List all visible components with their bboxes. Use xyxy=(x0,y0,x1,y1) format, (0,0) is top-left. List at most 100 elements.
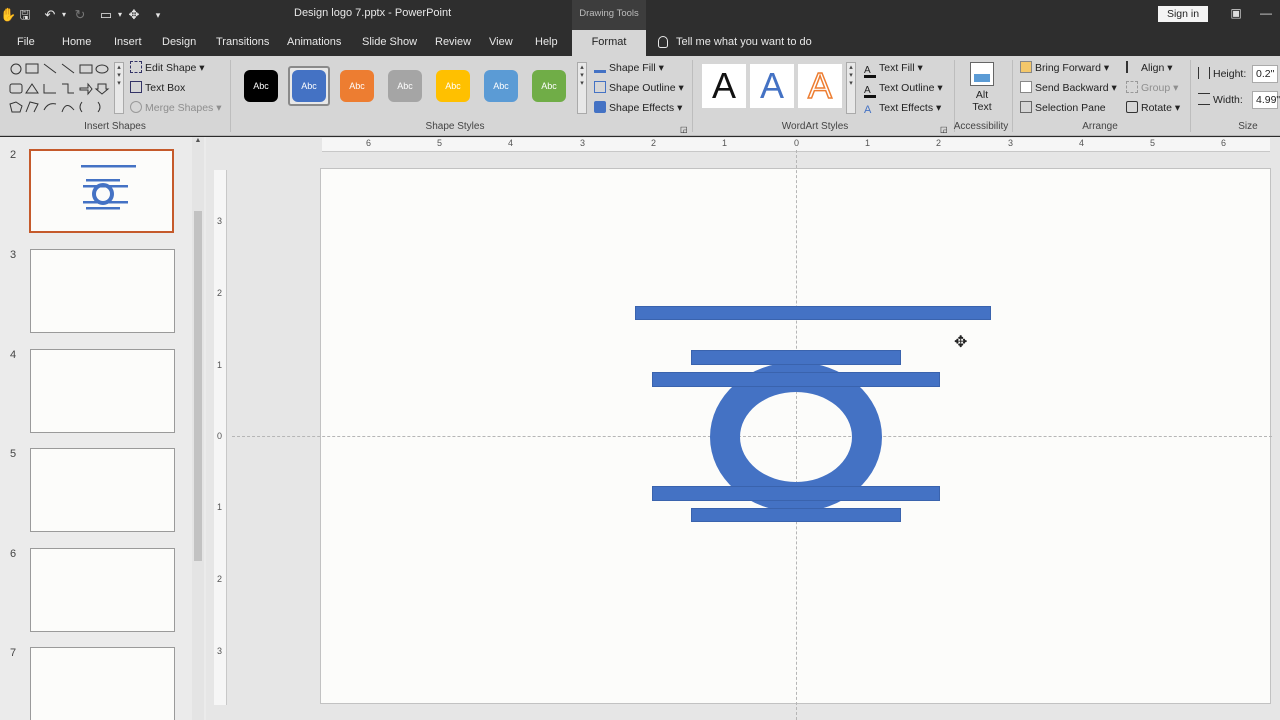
undo-dropdown-icon[interactable]: ▾ xyxy=(60,6,68,24)
sign-in-button[interactable]: Sign in xyxy=(1158,6,1208,22)
slide-thumbnail[interactable] xyxy=(30,647,175,720)
text-box-label: Text Box xyxy=(145,82,186,94)
tab-home[interactable]: Home xyxy=(62,30,91,56)
slide-thumbnail[interactable] xyxy=(30,349,175,433)
tab-format[interactable]: Format xyxy=(572,30,646,56)
top-bar-shape[interactable] xyxy=(635,306,991,320)
send-backward-label: Send Backward xyxy=(1035,82,1109,94)
width-icon xyxy=(1198,93,1210,105)
tab-file[interactable]: File xyxy=(17,30,35,56)
present-dropdown-icon[interactable]: ▾ xyxy=(116,6,124,24)
height-label: Height: xyxy=(1213,68,1247,80)
wordart-dialog-launcher-icon[interactable]: ◲ xyxy=(940,122,948,138)
wordart-gallery-scroll[interactable]: ▴ ▾ ▾ xyxy=(846,62,856,114)
group-divider xyxy=(1012,60,1013,132)
undo-icon[interactable]: ↶ xyxy=(40,6,60,24)
slide-thumbnail-selected[interactable] xyxy=(29,149,174,233)
shape-effects-button[interactable]: Shape Effects ▾ xyxy=(594,100,682,116)
text-outline-button[interactable]: A Text Outline ▾ xyxy=(864,80,943,98)
merge-shapes-button: Merge Shapes ▾ xyxy=(130,100,222,116)
shape-style-swatch[interactable]: Abc xyxy=(432,66,474,106)
merge-shapes-icon xyxy=(130,101,142,113)
size-group-label: Size xyxy=(1238,121,1258,132)
shape-style-swatch-selected[interactable]: Abc xyxy=(288,66,330,106)
group-button: Group ▾ xyxy=(1126,80,1178,96)
wordart-blue[interactable]: A xyxy=(750,64,794,108)
text-effects-icon: A xyxy=(864,104,872,116)
slide-thumbnail[interactable] xyxy=(30,448,175,532)
tab-insert[interactable]: Insert xyxy=(114,30,142,56)
selection-pane-button[interactable]: Selection Pane xyxy=(1020,100,1106,116)
shape-styles-dialog-launcher-icon[interactable]: ◲ xyxy=(680,122,688,138)
ruler-tick-label: 0 xyxy=(217,431,223,441)
tell-me-text: Tell me what you want to do xyxy=(676,36,812,48)
lower-long-bar-shape[interactable] xyxy=(652,486,940,501)
minimize-icon[interactable]: — xyxy=(1258,5,1274,21)
wordart-orange-outline[interactable]: A xyxy=(798,64,842,108)
ruler-tick-label: 3 xyxy=(580,138,586,148)
slide-number: 2 xyxy=(10,149,17,161)
scrollbar-thumb[interactable] xyxy=(194,211,202,561)
slide-number: 3 xyxy=(10,249,17,261)
tell-me-search[interactable]: Tell me what you want to do xyxy=(658,30,812,56)
ribbon-display-options-icon[interactable]: ▣ xyxy=(1228,5,1244,21)
bring-forward-button[interactable]: Bring Forward ▾ xyxy=(1020,60,1109,76)
width-control: Width: xyxy=(1198,92,1243,108)
send-backward-button[interactable]: Send Backward ▾ xyxy=(1020,80,1117,96)
shape-effects-label: Shape Effects xyxy=(609,102,675,114)
shape-style-preview: Abc xyxy=(484,70,518,102)
save-icon[interactable]: 🖫 xyxy=(16,6,34,24)
height-input[interactable]: 0.2" xyxy=(1252,65,1278,83)
shape-outline-label: Shape Outline xyxy=(609,82,676,94)
tab-review[interactable]: Review xyxy=(435,30,471,56)
ruler-tick-label: 5 xyxy=(1150,138,1156,148)
rotate-button[interactable]: Rotate ▾ xyxy=(1126,100,1180,116)
ruler-tick-label: 2 xyxy=(217,574,223,584)
ruler-tick-label: 3 xyxy=(1008,138,1014,148)
text-fill-button[interactable]: A Text Fill ▾ xyxy=(864,60,923,78)
shapes-gallery[interactable] xyxy=(8,62,112,116)
shape-fill-button[interactable]: Shape Fill ▾ xyxy=(594,60,664,76)
lower-short-bar-shape[interactable] xyxy=(691,508,901,522)
tab-view[interactable]: View xyxy=(489,30,513,56)
shape-styles-gallery-scroll[interactable]: ▴ ▾ ▾ xyxy=(577,62,587,114)
tab-help[interactable]: Help xyxy=(535,30,558,56)
scroll-up-icon[interactable]: ▲ xyxy=(192,137,204,149)
thumbnail-scrollbar[interactable]: ▲ xyxy=(192,137,204,720)
bring-forward-icon xyxy=(1020,61,1032,73)
slide-thumbnail[interactable] xyxy=(30,249,175,333)
shape-style-swatch[interactable]: Abc xyxy=(240,66,282,106)
customize-toolbar-icon[interactable]: ▾ xyxy=(152,6,164,24)
alt-text-button[interactable]: Alt Text xyxy=(962,60,1002,118)
tab-design[interactable]: Design xyxy=(162,30,196,56)
text-box-button[interactable]: Text Box xyxy=(130,80,185,96)
shape-style-preview: Abc xyxy=(292,70,326,102)
shapes-gallery-scroll[interactable]: ▴ ▾ ▾ xyxy=(114,62,124,114)
width-input[interactable]: 4.99" xyxy=(1252,91,1280,109)
title-bar: ✋ 🖫 ↶ ▾ ↻ ▭ ▾ ✥ ▾ Design logo 7.pptx - P… xyxy=(0,0,1280,30)
slide-number: 4 xyxy=(10,349,17,361)
wordart-styles-group-label: WordArt Styles xyxy=(781,121,849,132)
shape-style-swatch[interactable]: Abc xyxy=(528,66,570,106)
wordart-black[interactable]: A xyxy=(702,64,746,108)
tab-animations[interactable]: Animations xyxy=(287,30,341,56)
shape-outline-button[interactable]: Shape Outline ▾ xyxy=(594,80,684,96)
shape-style-swatch[interactable]: Abc xyxy=(336,66,378,106)
align-button[interactable]: Align ▾ xyxy=(1126,60,1173,76)
tab-slide-show[interactable]: Slide Show xyxy=(362,30,417,56)
shape-style-swatch[interactable]: Abc xyxy=(384,66,426,106)
touch-mode-icon[interactable]: ✥ xyxy=(126,6,142,24)
ruler-tick-label: 4 xyxy=(508,138,514,148)
shape-style-swatch[interactable]: Abc xyxy=(480,66,522,106)
text-box-icon xyxy=(130,81,142,93)
edit-shape-button[interactable]: Edit Shape ▾ xyxy=(130,60,205,76)
upper-short-bar-shape[interactable] xyxy=(691,350,901,365)
start-from-beginning-icon[interactable]: ▭ xyxy=(96,6,116,24)
ruler-tick-label: 2 xyxy=(217,288,223,298)
text-effects-button[interactable]: A Text Effects ▾ xyxy=(864,100,941,116)
tab-transitions[interactable]: Transitions xyxy=(216,30,269,56)
slide-thumbnail[interactable] xyxy=(30,548,175,632)
send-backward-icon xyxy=(1020,81,1032,93)
ruler-tick-label: 1 xyxy=(865,138,871,148)
upper-long-bar-shape[interactable] xyxy=(652,372,940,387)
